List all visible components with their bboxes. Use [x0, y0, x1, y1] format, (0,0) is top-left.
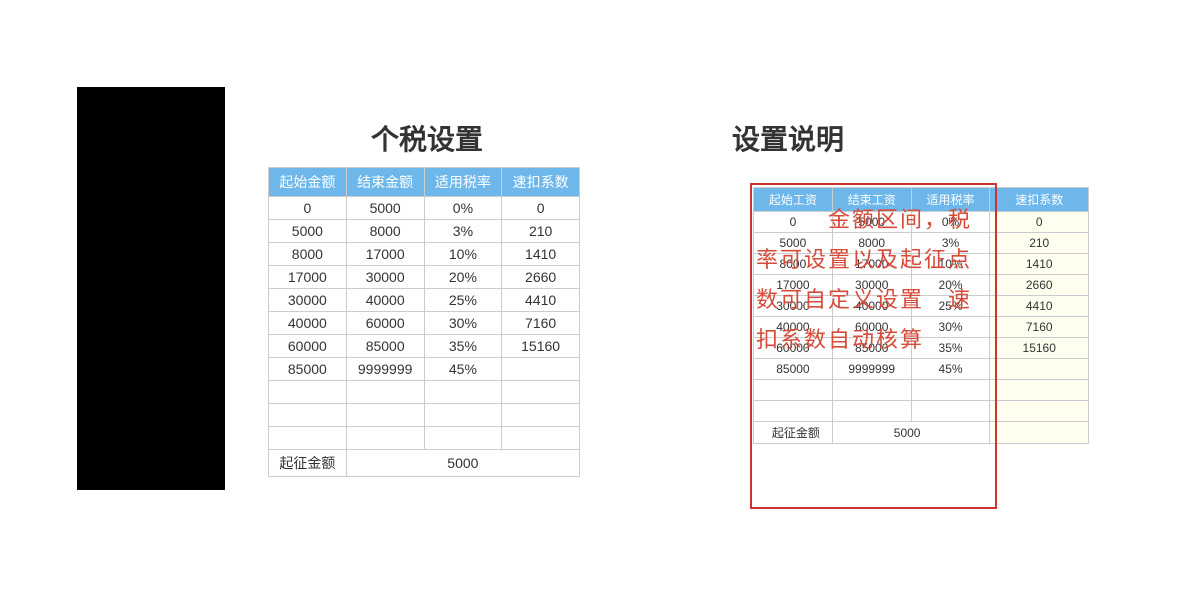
- table-header-row: 起始金额 结束金额 适用税率 速扣系数: [269, 168, 580, 197]
- table-row: [754, 380, 1089, 401]
- table-row: 300004000025%4410: [269, 289, 580, 312]
- table-row: 85000999999945%: [269, 358, 580, 381]
- threshold-row: 起征金额 5000: [754, 422, 1089, 444]
- col-quick-deduction: 速扣系数: [502, 168, 580, 197]
- table-row: [269, 404, 580, 427]
- tax-table-body: 050000%0 500080003%210 80001700010%1410 …: [269, 197, 580, 450]
- threshold-row: 起征金额 5000: [269, 450, 580, 477]
- table-row: 80001700010%1410: [269, 243, 580, 266]
- table-header-row: 起始工资 结束工资 适用税率 速扣系数: [754, 188, 1089, 212]
- tax-settings-table: 起始金额 结束金额 适用税率 速扣系数 050000%0 500080003%2…: [268, 167, 580, 477]
- col-start-amount: 起始金额: [269, 168, 347, 197]
- table-row: 85000999999945%: [754, 359, 1089, 380]
- table-row: 050000%0: [754, 212, 1089, 233]
- col-tax-rate: 适用税率: [424, 168, 502, 197]
- description-preview-table: 起始工资 结束工资 适用税率 速扣系数 050000%0 500080003%2…: [753, 187, 1089, 444]
- table-row: 600008500035%15160: [269, 335, 580, 358]
- threshold-label: 起征金额: [754, 422, 833, 444]
- title-description: 设置说明: [688, 118, 888, 158]
- threshold-value: 5000: [832, 422, 990, 444]
- threshold-value: 5000: [346, 450, 579, 477]
- table-row: [754, 401, 1089, 422]
- black-sidebar-block: [77, 87, 225, 490]
- table-row: 400006000030%7160: [754, 317, 1089, 338]
- col-tax-rate: 适用税率: [911, 188, 990, 212]
- table-row: 050000%0: [269, 197, 580, 220]
- table-row: 500080003%210: [269, 220, 580, 243]
- col-end-salary: 结束工资: [832, 188, 911, 212]
- table-row: 500080003%210: [754, 233, 1089, 254]
- table-row: 400006000030%7160: [269, 312, 580, 335]
- table-row: 300004000025%4410: [754, 296, 1089, 317]
- col-end-amount: 结束金额: [346, 168, 424, 197]
- table-row: 170003000020%2660: [269, 266, 580, 289]
- table-row: 600008500035%15160: [754, 338, 1089, 359]
- col-quick-deduction: 速扣系数: [990, 188, 1089, 212]
- table-row: [269, 427, 580, 450]
- col-start-salary: 起始工资: [754, 188, 833, 212]
- table-row: 170003000020%2660: [754, 275, 1089, 296]
- table-row: 80001700010%1410: [754, 254, 1089, 275]
- preview-table-body: 050000%0 500080003%210 80001700010%1410 …: [754, 212, 1089, 422]
- table-row: [269, 381, 580, 404]
- title-tax-settings: 个税设置: [277, 118, 577, 158]
- threshold-label: 起征金额: [269, 450, 347, 477]
